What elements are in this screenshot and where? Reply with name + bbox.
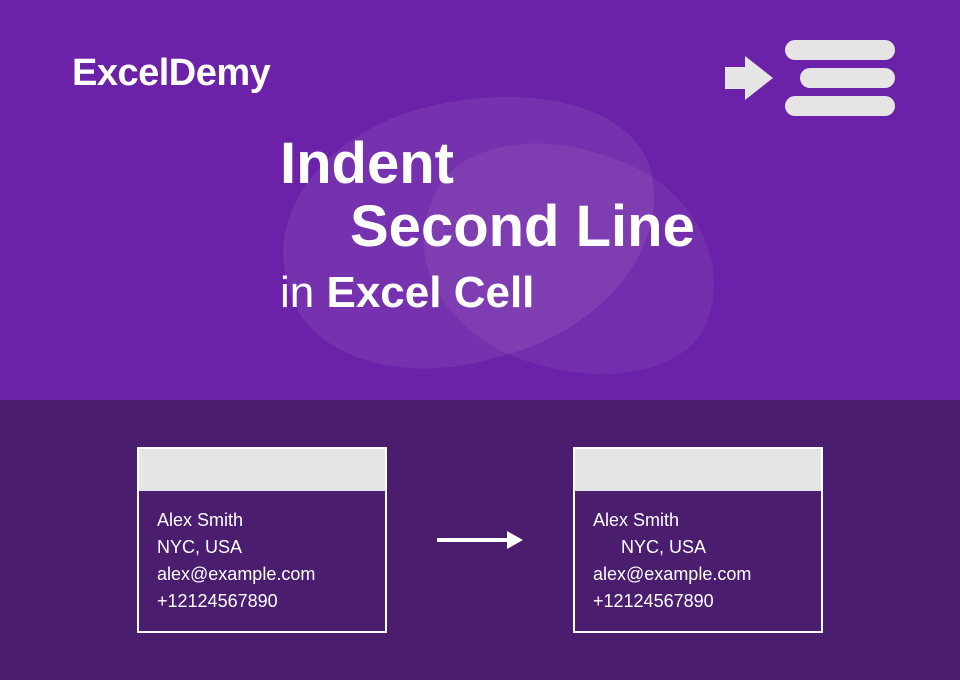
example-section: Alex Smith NYC, USA alex@example.com +12… xyxy=(0,400,960,680)
contact-name: Alex Smith xyxy=(157,507,367,534)
contact-location: NYC, USA xyxy=(157,534,367,561)
cell-content: Alex Smith NYC, USA alex@example.com +12… xyxy=(139,491,385,631)
cell-header xyxy=(139,449,385,491)
contact-phone: +12124567890 xyxy=(593,588,803,615)
title-word-2: Second Line xyxy=(350,193,695,260)
contact-email: alex@example.com xyxy=(593,561,803,588)
hero-section: ExcelDemy Indent Second Line in Excel Ce… xyxy=(0,0,960,400)
page-title: Indent Second Line in Excel Cell xyxy=(280,130,695,318)
contact-email: alex@example.com xyxy=(157,561,367,588)
after-cell: Alex Smith NYC, USA alex@example.com +12… xyxy=(573,447,823,633)
arrow-icon xyxy=(745,56,773,100)
cell-header xyxy=(575,449,821,491)
indent-icon xyxy=(745,40,895,116)
contact-location-indented: NYC, USA xyxy=(593,534,803,561)
contact-name: Alex Smith xyxy=(593,507,803,534)
title-word-1: Indent xyxy=(280,130,695,197)
before-cell: Alex Smith NYC, USA alex@example.com +12… xyxy=(137,447,387,633)
brand-logo: ExcelDemy xyxy=(72,52,270,95)
title-subtitle: in Excel Cell xyxy=(280,268,695,318)
text-lines-icon xyxy=(785,40,895,116)
cell-content: Alex Smith NYC, USA alex@example.com +12… xyxy=(575,491,821,631)
transform-arrow-icon xyxy=(437,531,523,549)
contact-phone: +12124567890 xyxy=(157,588,367,615)
